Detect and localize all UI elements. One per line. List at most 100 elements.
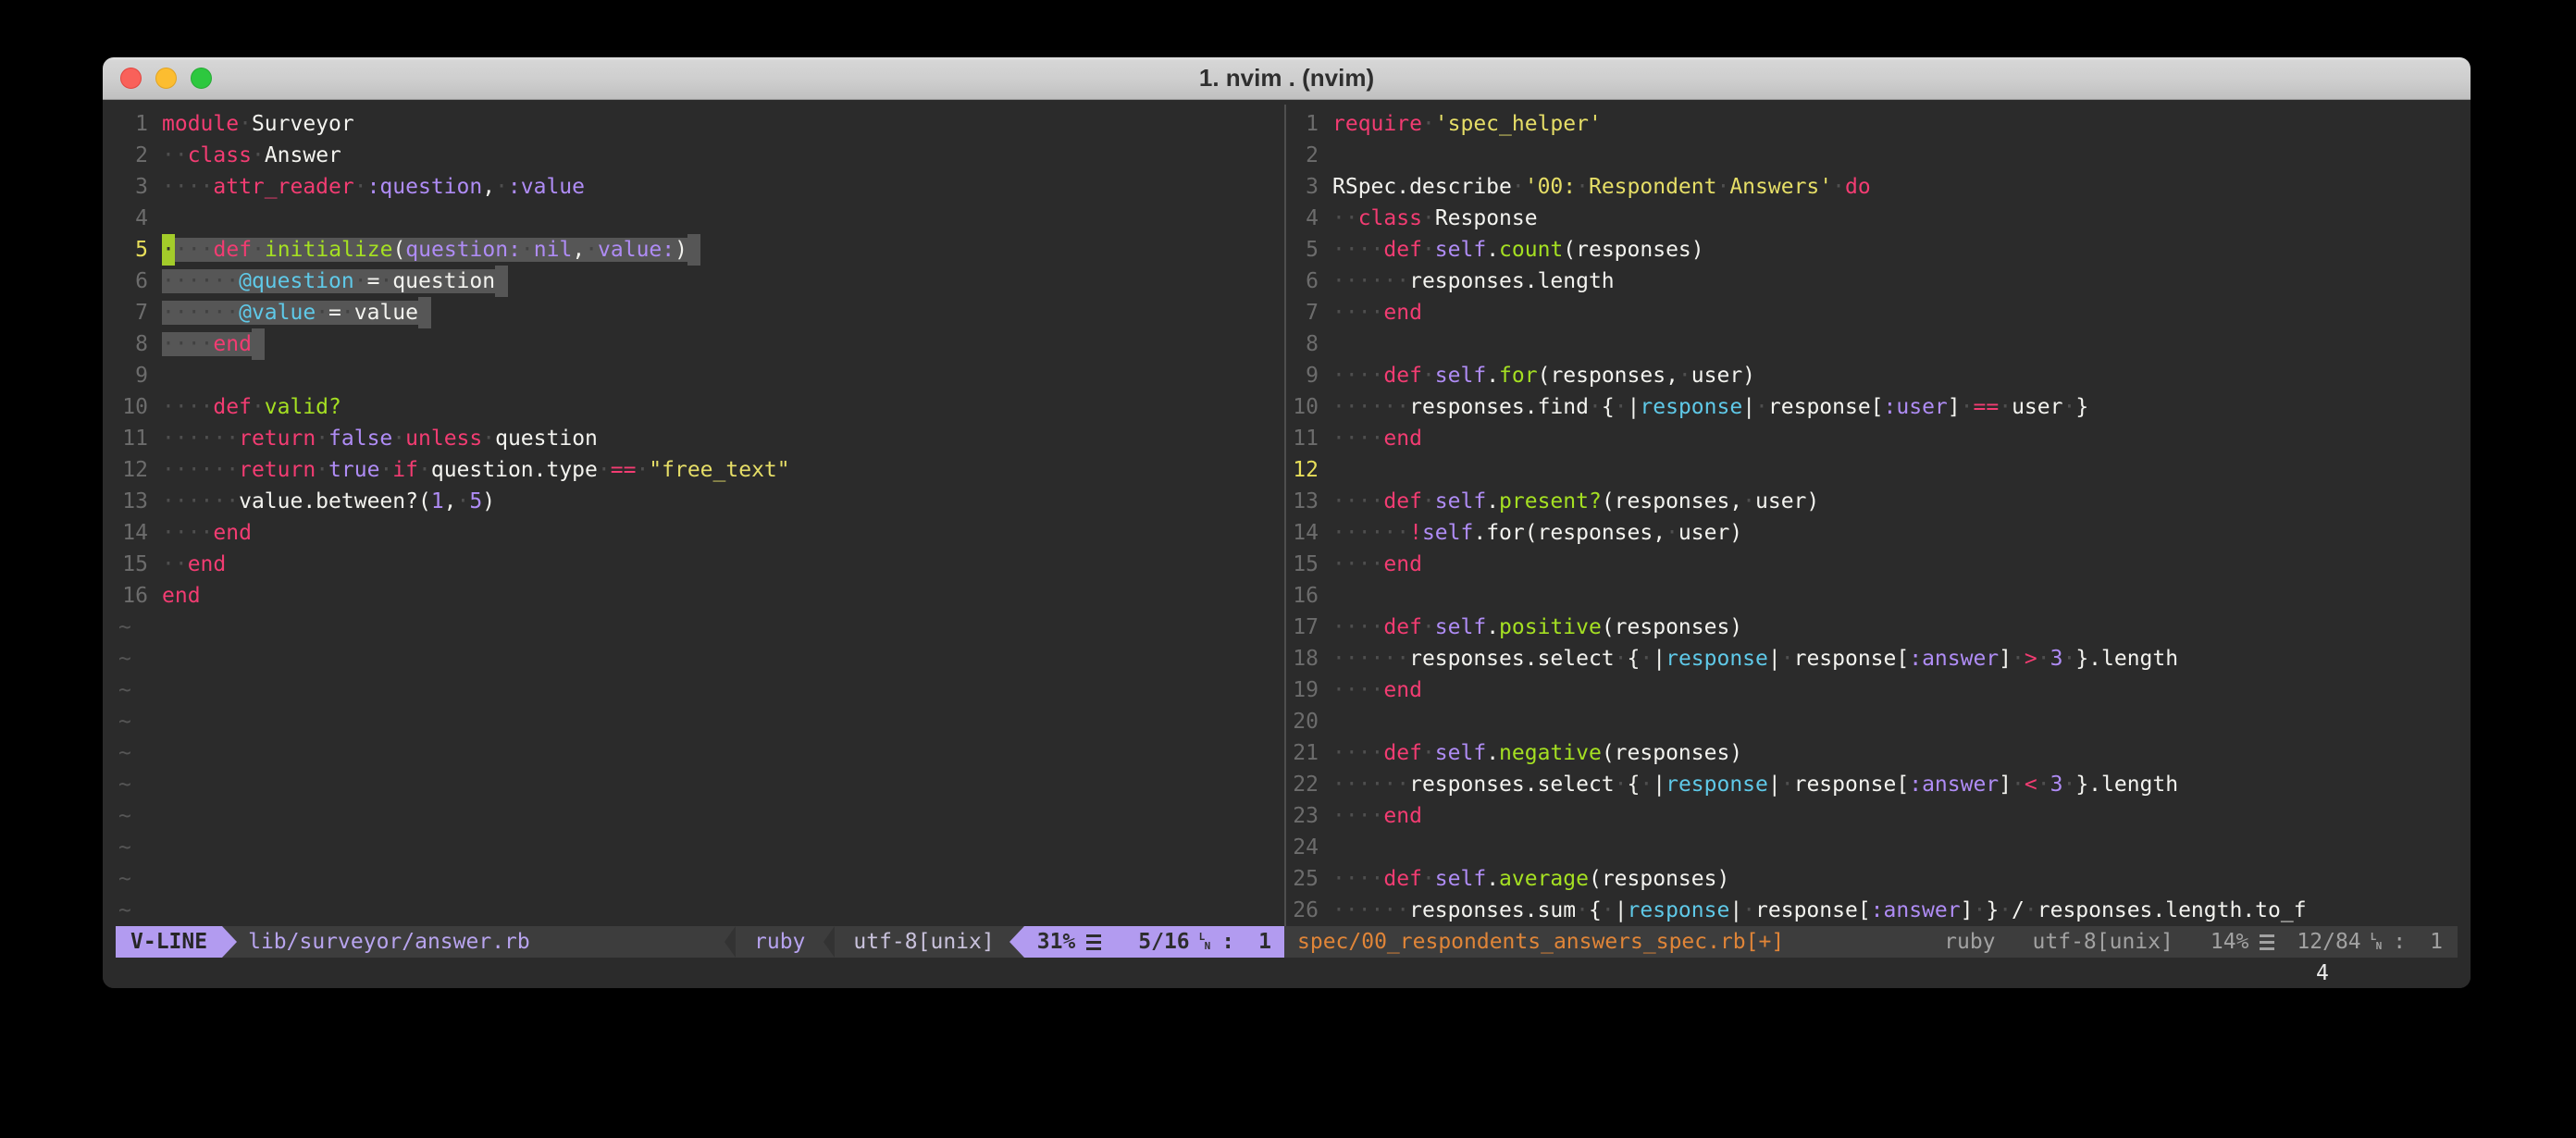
line-number: 20 (1286, 706, 1319, 737)
cursor: · (162, 234, 175, 266)
code-text: ····def·self.for(responses,·user) (1332, 364, 1755, 388)
line-number: 2 (116, 140, 148, 171)
code-line[interactable]: 19····end (1286, 674, 2458, 706)
code-line[interactable]: 8····end (116, 328, 1284, 360)
code-line[interactable]: 4 (116, 203, 1284, 234)
line-number: 10 (116, 391, 148, 423)
window-title: 1. nvim . (nvim) (103, 57, 2471, 99)
column-number: 1 (1258, 930, 1271, 954)
code-line[interactable]: 2··class·Answer (116, 140, 1284, 171)
code-line[interactable]: 6······responses.length (1286, 266, 2458, 297)
line-number: 9 (1286, 360, 1319, 391)
code-text: require·'spec_helper' (1332, 112, 1602, 136)
code-line[interactable]: 26······responses.sum·{·|response|·respo… (1286, 895, 2458, 926)
code-text: ······responses.sum·{·|response|·respons… (1332, 898, 2307, 922)
line-number: 12 (116, 454, 148, 486)
code-line[interactable]: 22······responses.select·{·|response|·re… (1286, 769, 2458, 800)
left-editor-pane[interactable]: 1module·Surveyor2··class·Answer3····attr… (116, 108, 1284, 926)
line-position: 5/16 (1138, 930, 1189, 954)
code-text: ······responses.select·{·|response|·resp… (1332, 647, 2178, 671)
code-line[interactable]: 11······return·false·unless·question (116, 423, 1284, 454)
empty-line-tilde: ~ (118, 867, 131, 891)
code-line[interactable]: 15····end (1286, 549, 2458, 580)
line-number: 2 (1286, 140, 1319, 171)
code-text: ······responses.length (1332, 269, 1615, 293)
code-line[interactable]: 14······!self.for(responses,·user) (1286, 517, 2458, 549)
line-number: 4 (116, 203, 148, 234)
code-line[interactable]: 21····def·self.negative(responses) (1286, 737, 2458, 769)
code-text: ····end (1332, 552, 1422, 576)
right-filename: spec/00_respondents_answers_spec.rb[+] (1284, 926, 1784, 958)
code-line[interactable]: 16end (116, 580, 1284, 612)
code-line[interactable]: 8 (1286, 328, 2458, 360)
code-text: ····end (1332, 804, 1422, 828)
code-line[interactable]: 13····def·self.present?(responses,·user) (1286, 486, 2458, 517)
code-line[interactable]: 6······@question·=·question (116, 266, 1284, 297)
empty-line-tilde: ~ (118, 898, 131, 922)
line-number: 5 (116, 234, 148, 266)
code-line[interactable]: 14 ····end (116, 517, 1284, 549)
code-line[interactable]: 15··end (116, 549, 1284, 580)
left-filetype: ruby (739, 926, 820, 958)
line-number: 16 (116, 580, 148, 612)
code-text: ······@question·=·question (162, 269, 508, 293)
line-number: 12 (1286, 454, 1319, 486)
code-line[interactable]: 16 (1286, 580, 2458, 612)
code-text: ····attr_reader·:question,·:value (162, 175, 585, 199)
code-line[interactable]: 1require·'spec_helper' (1286, 108, 2458, 140)
empty-line-tilde: ~ (118, 773, 131, 797)
maxline-icon: LN (2371, 933, 2383, 951)
empty-line-tilde: ~ (118, 741, 131, 765)
code-line[interactable]: 7····end (1286, 297, 2458, 328)
code-line[interactable]: 10····def·valid? (116, 391, 1284, 423)
line-number: 7 (116, 297, 148, 328)
code-line[interactable]: 9 ····def·self.for(responses,·user) (1286, 360, 2458, 391)
code-text: ··end (162, 552, 226, 576)
code-line[interactable]: 3RSpec.describe·'00:·Respondent·Answers'… (1286, 171, 2458, 203)
code-line[interactable]: 24 (1286, 832, 2458, 863)
right-editor-pane[interactable]: 1require·'spec_helper'23RSpec.describe·'… (1286, 108, 2458, 926)
code-text: ······return·false·unless·question (162, 427, 598, 451)
empty-line-tilde: ~ (118, 835, 131, 860)
code-line[interactable]: 12······return·true·if·question.type·==·… (116, 454, 1284, 486)
code-line[interactable]: 20 (1286, 706, 2458, 737)
code-line[interactable]: 1module·Surveyor (116, 108, 1284, 140)
left-encoding: utf-8[unix] (838, 926, 1009, 958)
nvim-content: 1module·Surveyor2··class·Answer3····attr… (103, 100, 2471, 988)
code-text: ····end (162, 521, 252, 545)
line-number: 8 (116, 328, 148, 360)
code-line[interactable]: 5····def·self.count(responses) (1286, 234, 2458, 266)
code-line[interactable]: 2 (1286, 140, 2458, 171)
empty-line-tilde: ~ (118, 647, 131, 671)
code-line[interactable]: 4··class·Response (1286, 203, 2458, 234)
desktop-background: 1. nvim . (nvim) 1module·Surveyor2··clas… (0, 0, 2576, 1138)
ruler-colon: : (1221, 930, 1234, 954)
line-number: 7 (1286, 297, 1319, 328)
lines-icon (2260, 934, 2274, 950)
line-number: 16 (1286, 580, 1319, 612)
line-number: 22 (1286, 769, 1319, 800)
code-text: RSpec.describe·'00:·Respondent·Answers'·… (1332, 175, 1871, 199)
code-line[interactable]: 9 (116, 360, 1284, 391)
code-text: ······value.between?(1,·5) (162, 489, 495, 513)
code-line[interactable]: 25····def·self.average(responses) (1286, 863, 2458, 895)
code-line[interactable]: 18······responses.select·{·|response|·re… (1286, 643, 2458, 674)
scroll-percent: 14% (2211, 930, 2249, 954)
code-text: ··class·Response (1332, 206, 1538, 230)
titlebar[interactable]: 1. nvim . (nvim) (103, 57, 2471, 100)
column-number: 1 (2430, 930, 2443, 954)
code-line[interactable]: 13······value.between?(1,·5) (116, 486, 1284, 517)
line-number: 17 (1286, 612, 1319, 643)
empty-line-tilde: ~ (118, 678, 131, 702)
code-line[interactable]: 3····attr_reader·:question,·:value (116, 171, 1284, 203)
code-line[interactable]: 5····def·initialize(question:·nil,·value… (116, 234, 1284, 266)
code-line[interactable]: 7······@value·=·value (116, 297, 1284, 328)
code-line[interactable]: 11····end (1286, 423, 2458, 454)
code-line[interactable]: 12 (1286, 454, 2458, 486)
empty-line-tilde: ~ (118, 615, 131, 639)
pending-command-count: 4 (2316, 958, 2329, 988)
code-line[interactable]: 17····def·self.positive(responses) (1286, 612, 2458, 643)
line-number: 14 (116, 517, 148, 549)
code-line[interactable]: 23····end (1286, 800, 2458, 832)
code-line[interactable]: 10······responses.find·{·|response|·resp… (1286, 391, 2458, 423)
